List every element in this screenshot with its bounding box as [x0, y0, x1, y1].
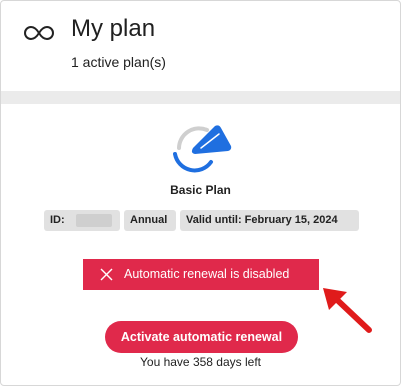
plan-panel: My plan 1 active plan(s) Basic Plan ID: …: [0, 0, 401, 386]
billing-period-tag: Annual: [124, 210, 176, 231]
redacted-id: [76, 214, 112, 227]
close-icon: [100, 268, 113, 281]
activate-renewal-button[interactable]: Activate automatic renewal: [105, 321, 298, 353]
plan-id-label: ID:: [50, 214, 65, 226]
plan-header: My plan 1 active plan(s): [1, 1, 400, 89]
renewal-status-banner: Automatic renewal is disabled: [83, 259, 319, 290]
days-left-text: You have 358 days left: [140, 355, 261, 369]
plan-logo-icon: [173, 125, 232, 173]
page-title: My plan: [71, 15, 156, 42]
plan-name: Basic Plan: [170, 183, 231, 197]
pointer-arrow-icon: [323, 288, 372, 333]
infinity-icon: [24, 25, 54, 41]
plan-tags: ID: Annual Valid until: February 15, 202…: [44, 210, 359, 231]
valid-until-tag: Valid until: February 15, 2024: [180, 210, 359, 231]
section-divider: [1, 91, 400, 104]
active-plans-count: 1 active plan(s): [71, 54, 166, 70]
plan-id-tag: ID:: [44, 210, 120, 231]
renewal-status-text: Automatic renewal is disabled: [124, 267, 290, 281]
